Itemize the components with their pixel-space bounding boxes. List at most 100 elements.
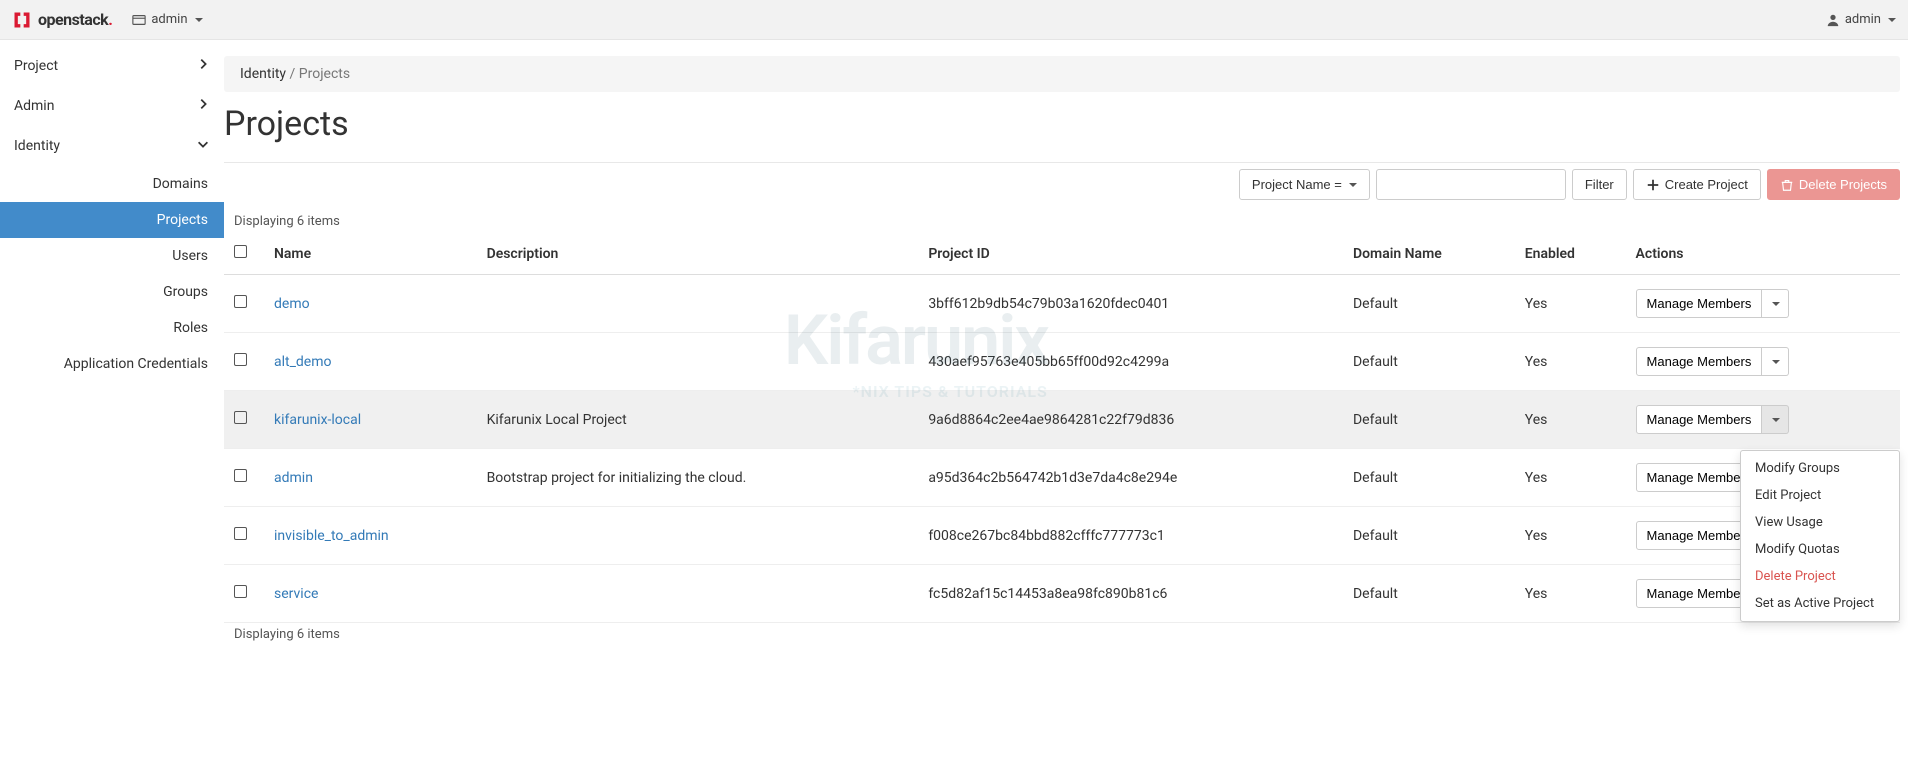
cell-project-id: f008ce267bc84bbd882cfffc777773c1 — [918, 507, 1343, 565]
chevron-right-icon — [196, 97, 210, 115]
manage-members-button[interactable]: Manage Members — [1636, 289, 1763, 318]
cell-description — [477, 507, 919, 565]
project-name-link[interactable]: alt_demo — [274, 354, 332, 370]
cell-domain-name: Default — [1343, 507, 1515, 565]
project-name-link[interactable]: invisible_to_admin — [274, 528, 389, 544]
project-name-link[interactable]: admin — [274, 470, 313, 486]
cell-project-id: fc5d82af15c14453a8ea98fc890b81c6 — [918, 565, 1343, 623]
dropdown-item-delete-project[interactable]: Delete Project — [1741, 563, 1899, 590]
table-row: kifarunix-local Kifarunix Local Project9a… — [224, 391, 1900, 449]
breadcrumb-parent[interactable]: Identity — [240, 66, 286, 82]
context-label: admin — [151, 12, 187, 27]
caret-down-icon — [1888, 18, 1896, 22]
dropdown-item-view-usage[interactable]: View Usage — [1741, 509, 1899, 536]
item-count-top: Displaying 6 items — [224, 210, 1908, 233]
row-actions-caret[interactable] — [1762, 289, 1789, 318]
sidebar-item-roles[interactable]: Roles — [0, 310, 224, 346]
dropdown-item-edit-project[interactable]: Edit Project — [1741, 482, 1899, 509]
project-name-link[interactable]: service — [274, 586, 318, 602]
col-name[interactable]: Name — [264, 233, 477, 275]
cell-description: Bootstrap project for initializing the c… — [477, 449, 919, 507]
manage-members-button[interactable]: Manage Members — [1636, 405, 1763, 434]
manage-members-button[interactable]: Manage Members — [1636, 347, 1763, 376]
row-checkbox[interactable] — [234, 527, 247, 540]
openstack-logo-icon — [12, 10, 32, 30]
cell-project-id: 9a6d8864c2ee4ae9864281c22f79d836 — [918, 391, 1343, 449]
sidebar-group-admin[interactable]: Admin — [0, 86, 224, 126]
delete-projects-button[interactable]: Delete Projects — [1767, 169, 1900, 200]
cell-description — [477, 565, 919, 623]
page-title: Projects — [224, 92, 1908, 162]
sidebar-group-label: Admin — [14, 98, 54, 114]
row-checkbox[interactable] — [234, 295, 247, 308]
caret-down-icon — [195, 18, 203, 22]
sidebar-item-projects[interactable]: Projects — [0, 202, 224, 238]
cell-domain-name: Default — [1343, 565, 1515, 623]
chevron-right-icon — [196, 57, 210, 75]
project-name-link[interactable]: kifarunix-local — [274, 412, 361, 428]
col-project-id[interactable]: Project ID — [918, 233, 1343, 275]
cell-enabled: Yes — [1515, 333, 1626, 391]
filter-button[interactable]: Filter — [1572, 169, 1627, 200]
sidebar-group-label: Identity — [14, 138, 60, 154]
cell-actions: Manage Members — [1626, 275, 1900, 333]
col-description[interactable]: Description — [477, 233, 919, 275]
table-row: admin Bootstrap project for initializing … — [224, 449, 1900, 507]
col-actions: Actions — [1626, 233, 1900, 275]
sidebar-group-project[interactable]: Project — [0, 46, 224, 86]
cell-domain-name: Default — [1343, 391, 1515, 449]
create-project-button[interactable]: Create Project — [1633, 169, 1761, 200]
brand[interactable]: openstack. — [12, 10, 112, 30]
table-row: alt_demo 430aef95763e405bb65ff00d92c4299a… — [224, 333, 1900, 391]
breadcrumb: Identity / Projects — [224, 56, 1900, 92]
filter-field-menu[interactable]: Project Name = — [1239, 169, 1370, 200]
row-checkbox[interactable] — [234, 585, 247, 598]
row-checkbox[interactable] — [234, 353, 247, 366]
caret-down-icon — [1349, 183, 1357, 187]
cell-domain-name: Default — [1343, 333, 1515, 391]
brand-text: openstack. — [38, 10, 112, 29]
caret-down-icon — [1772, 360, 1780, 364]
select-all-checkbox[interactable] — [234, 245, 247, 258]
cell-actions: Manage MembersModify GroupsEdit ProjectV… — [1626, 391, 1900, 449]
project-name-link[interactable]: demo — [274, 296, 310, 312]
cell-domain-name: Default — [1343, 275, 1515, 333]
cell-domain-name: Default — [1343, 449, 1515, 507]
breadcrumb-current: Projects — [299, 66, 350, 82]
item-count-bottom: Displaying 6 items — [224, 623, 1908, 646]
row-actions-caret[interactable] — [1762, 347, 1789, 376]
cell-description: Kifarunix Local Project — [477, 391, 919, 449]
context-switcher[interactable]: admin — [132, 12, 202, 27]
row-checkbox[interactable] — [234, 469, 247, 482]
sidebar-item-users[interactable]: Users — [0, 238, 224, 274]
filter-input[interactable] — [1376, 169, 1566, 200]
sidebar-item-domains[interactable]: Domains — [0, 166, 224, 202]
table-toolbar: Project Name = Filter Create Project Del… — [224, 163, 1908, 210]
cell-actions: Manage Members — [1626, 333, 1900, 391]
projects-table: Name Description Project ID Domain Name … — [224, 233, 1900, 623]
cell-project-id: a95d364c2b564742b1d3e7da4c8e294e — [918, 449, 1343, 507]
topbar: openstack. admin admin — [0, 0, 1908, 40]
cell-project-id: 3bff612b9db54c79b03a1620fdec0401 — [918, 275, 1343, 333]
caret-down-icon — [1772, 418, 1780, 422]
caret-down-icon — [1772, 302, 1780, 306]
trash-icon — [1780, 178, 1794, 192]
dropdown-item-modify-quotas[interactable]: Modify Quotas — [1741, 536, 1899, 563]
col-domain-name[interactable]: Domain Name — [1343, 233, 1515, 275]
col-enabled[interactable]: Enabled — [1515, 233, 1626, 275]
sidebar: Project Admin Identity DomainsProjectsUsers… — [0, 40, 224, 646]
sidebar-item-application-credentials[interactable]: Application Credentials — [0, 346, 224, 382]
row-actions-dropdown: Modify GroupsEdit ProjectView UsageModif… — [1740, 450, 1900, 622]
cell-enabled: Yes — [1515, 449, 1626, 507]
sidebar-group-identity[interactable]: Identity — [0, 126, 224, 166]
dropdown-item-set-as-active-project[interactable]: Set as Active Project — [1741, 590, 1899, 617]
domain-icon — [132, 13, 146, 27]
cell-project-id: 430aef95763e405bb65ff00d92c4299a — [918, 333, 1343, 391]
row-actions-caret[interactable] — [1762, 405, 1789, 434]
table-row: invisible_to_admin f008ce267bc84bbd882cff… — [224, 507, 1900, 565]
user-menu[interactable]: admin — [1826, 12, 1896, 27]
sidebar-item-groups[interactable]: Groups — [0, 274, 224, 310]
row-checkbox[interactable] — [234, 411, 247, 424]
main-content: Identity / Projects Projects Project Nam… — [224, 40, 1908, 646]
dropdown-item-modify-groups[interactable]: Modify Groups — [1741, 455, 1899, 482]
